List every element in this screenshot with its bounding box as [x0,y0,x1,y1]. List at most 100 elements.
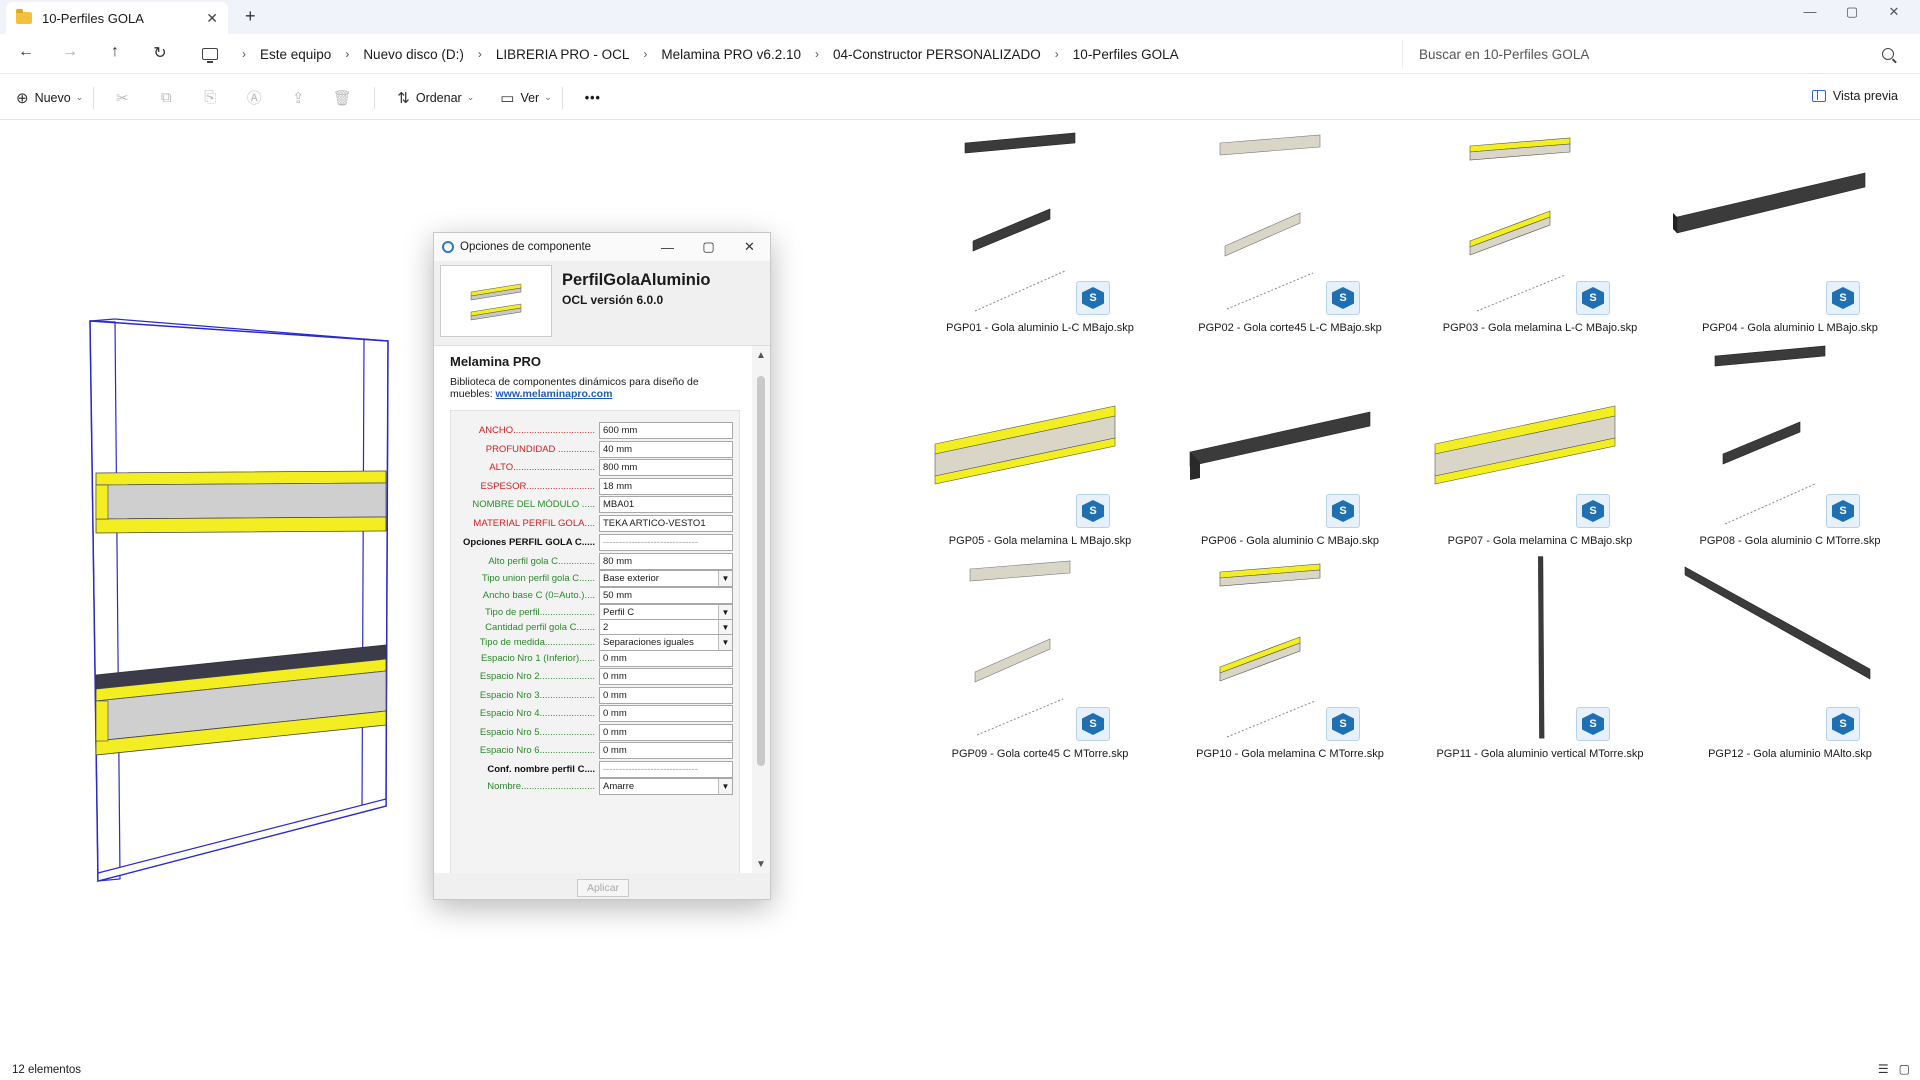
form-row: Espacio Nro 3..................... 0 mm [451,686,741,704]
file-name: PGP09 - Gola corte45 C MTorre.skp [951,748,1129,760]
breadcrumb-separator[interactable]: › [643,47,647,61]
form-row: Tipo union perfil gola C...... Base exter… [451,569,741,587]
search-icon[interactable] [1882,48,1894,60]
sketchup-file-icon: S [1826,281,1860,315]
details-view-icon[interactable]: ☰ [1878,1062,1889,1076]
new-tab-button[interactable]: + [245,6,256,27]
dialog-minimize-button[interactable]: — [647,240,688,255]
dialog-close-button[interactable]: ✕ [729,239,770,255]
scrollbar-thumb[interactable] [757,376,765,766]
dropdown-field[interactable]: Separaciones iguales ▼ [599,633,733,651]
file-item[interactable]: S PGP10 - Gola melamina C MTorre.skp [1165,547,1415,760]
text-field[interactable]: 80 mm [599,552,733,570]
close-tab-icon[interactable]: ✕ [206,10,218,27]
form-row: Espacio Nro 2..................... 0 mm [451,667,741,685]
file-item[interactable]: S PGP12 - Gola aluminio MAlto.skp [1665,547,1915,760]
file-item[interactable]: S PGP06 - Gola aluminio C MBajo.skp [1165,334,1415,547]
breadcrumb-item[interactable]: Melamina PRO v6.2.10 [661,47,801,62]
rename-icon[interactable]: Ⓐ [232,87,276,108]
text-field[interactable]: 0 mm [599,741,733,759]
file-item[interactable]: S PGP03 - Gola melamina L-C MBajo.skp [1415,121,1665,334]
minimize-button[interactable]: — [1790,4,1830,19]
file-grid: S PGP01 - Gola aluminio L-C MBajo.skp S PG… [915,121,1920,781]
large-icons-view-icon[interactable]: ▢ [1899,1062,1910,1076]
breadcrumb-separator[interactable]: › [815,47,819,61]
breadcrumb-separator[interactable]: › [478,47,482,61]
form-row: Espacio Nro 6..................... 0 mm [451,741,741,759]
text-field[interactable]: 50 mm [599,586,733,604]
tab-current[interactable]: 10-Perfiles GOLA ✕ [6,2,228,34]
sort-button[interactable]: ⇅ Ordenar ⌄ [397,89,474,107]
file-name: PGP08 - Gola aluminio C MTorre.skp [1699,535,1881,547]
copy-icon[interactable]: ⧉ [144,89,188,106]
address-bar[interactable]: › Este equipo › Nuevo disco (D:) › LIBRE… [196,40,1392,68]
text-field[interactable]: ------------------------------ [599,760,733,778]
new-button[interactable]: ⊕ Nuevo ⌄ [16,89,83,107]
preview-pane-icon [1811,90,1826,102]
more-options-button[interactable]: ••• [585,91,601,105]
file-item[interactable]: S PGP07 - Gola melamina C MBajo.skp [1415,334,1665,547]
breadcrumb-separator[interactable]: › [345,47,349,61]
text-field[interactable]: 600 mm [599,421,733,439]
brand-description: Biblioteca de componentes dinámicos para… [450,376,720,400]
navigation-row: ← → ↑ ↻ › Este equipo › Nuevo disco (D:)… [0,34,1920,74]
form-row: Espacio Nro 4..................... 0 mm [451,704,741,722]
breadcrumb-separator[interactable]: › [1055,47,1059,61]
file-item[interactable]: S PGP11 - Gola aluminio vertical MTorre.s… [1415,547,1665,760]
up-button[interactable]: ↑ [101,43,129,61]
text-field[interactable]: MBA01 [599,495,733,513]
breadcrumb-item[interactable]: Este equipo [260,47,331,62]
file-item[interactable]: S PGP01 - Gola aluminio L-C MBajo.skp [915,121,1165,334]
file-item[interactable]: S PGP08 - Gola aluminio C MTorre.skp [1665,334,1915,547]
chevron-down-icon[interactable]: ▼ [718,634,732,650]
text-field[interactable]: 0 mm [599,667,733,685]
cut-icon[interactable]: ✂ [100,89,144,107]
file-item[interactable]: S PGP09 - Gola corte45 C MTorre.skp [915,547,1165,760]
close-window-button[interactable]: ✕ [1874,4,1914,20]
search-input[interactable]: Buscar en 10-Perfiles GOLA [1402,40,1910,68]
breadcrumb-item[interactable]: Nuevo disco (D:) [363,47,464,62]
form-row: Espacio Nro 1 (Inferior)...... 0 mm [451,649,741,667]
chevron-down-icon[interactable]: ▼ [718,570,732,586]
field-value: 50 mm [603,589,633,601]
text-field[interactable]: 18 mm [599,477,733,495]
preview-pane-button[interactable]: Vista previa [1811,89,1898,103]
file-item[interactable]: S PGP05 - Gola melamina L MBajo.skp [915,334,1165,547]
dropdown-field[interactable]: Base exterior ▼ [599,569,733,587]
file-item[interactable]: S PGP02 - Gola corte45 L-C MBajo.skp [1165,121,1415,334]
computer-icon[interactable] [202,48,218,63]
text-field[interactable]: TEKA ARTICO-VESTO1 [599,514,733,532]
scroll-up-icon[interactable]: ▲ [752,350,770,361]
chevron-down-icon[interactable]: ▼ [718,778,732,794]
text-field[interactable]: 0 mm [599,649,733,667]
back-button[interactable]: ← [12,43,40,61]
text-field[interactable]: 0 mm [599,686,733,704]
share-icon[interactable]: ⇪ [276,89,320,107]
apply-button[interactable]: Aplicar [577,879,629,897]
breadcrumb-item[interactable]: LIBRERIA PRO - OCL [496,47,630,62]
scroll-down-icon[interactable]: ▼ [752,859,770,870]
sketchup-logo-icon: S [1082,500,1104,522]
website-link[interactable]: www.melaminapro.com [496,388,613,400]
text-field[interactable]: 0 mm [599,704,733,722]
dialog-maximize-button[interactable]: ▢ [688,239,729,255]
text-field[interactable]: 40 mm [599,440,733,458]
breadcrumb-item-current[interactable]: 10-Perfiles GOLA [1073,47,1179,62]
breadcrumb-item[interactable]: 04-Constructor PERSONALIZADO [833,47,1041,62]
view-label: Ver [520,90,540,105]
text-field[interactable]: 800 mm [599,458,733,476]
refresh-button[interactable]: ↻ [146,43,174,63]
view-button[interactable]: ▭ Ver ⌄ [500,89,552,107]
text-field[interactable]: 0 mm [599,723,733,741]
file-item[interactable]: S PGP04 - Gola aluminio L MBajo.skp [1665,121,1915,334]
maximize-button[interactable]: ▢ [1832,4,1872,20]
sketchup-logo-icon: S [1332,287,1354,309]
sketchup-file-icon: S [1326,707,1360,741]
forward-button[interactable]: → [56,43,84,61]
delete-icon[interactable]: 🗑 [320,89,364,107]
text-field[interactable]: ------------------------------ [599,533,733,551]
dropdown-field[interactable]: Amarre ▼ [599,777,733,795]
dialog-scrollbar[interactable]: ▲ ▼ [752,346,770,873]
dialog-title-bar[interactable]: Opciones de componente — ▢ ✕ [434,233,770,261]
paste-icon[interactable]: ⎘ [188,89,232,106]
